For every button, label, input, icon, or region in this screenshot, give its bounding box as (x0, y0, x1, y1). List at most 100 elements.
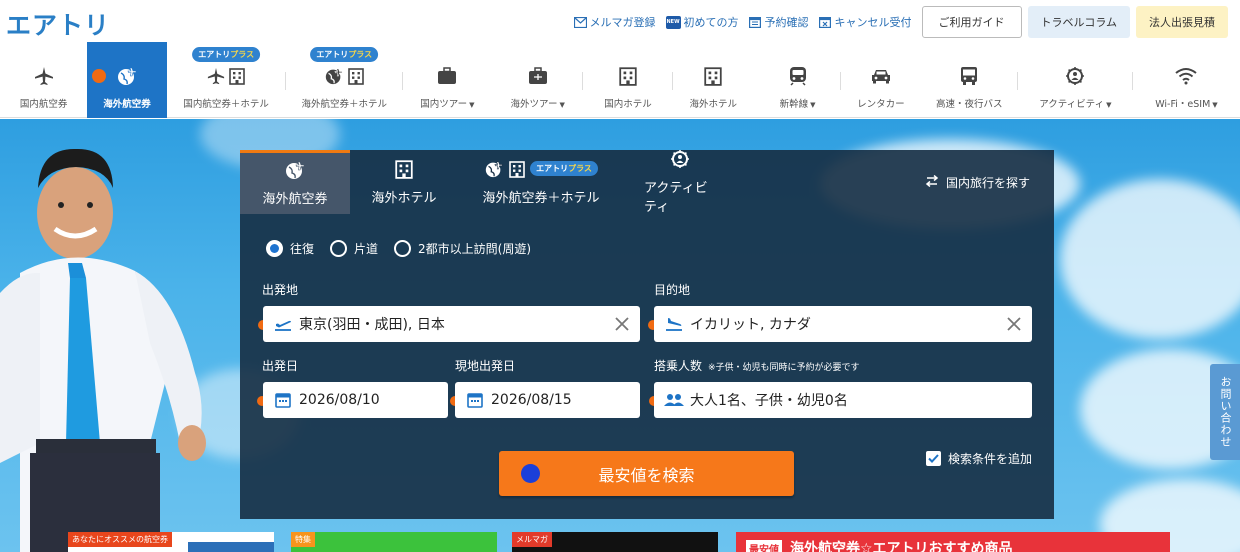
origin-input[interactable]: 東京(羽田・成田), 日本 (263, 306, 640, 342)
recommended-flights-card[interactable]: あなたにオススメの航空券 (68, 532, 274, 552)
hotel-icon (618, 65, 638, 87)
nav-wifi-esim[interactable]: Wi-Fi・eSIM ▼ (1133, 42, 1240, 118)
reservation-check-link[interactable]: 予約確認 (749, 14, 809, 30)
destination-label: 目的地 (654, 283, 691, 297)
cancel-calendar-icon (819, 16, 832, 29)
local-depart-date-label: 現地出発日 (455, 359, 516, 373)
newsletter-label: メルマガ登録 (589, 16, 656, 29)
wifi-icon (1175, 65, 1198, 87)
nav-domestic-flights[interactable]: 国内航空券 (0, 42, 87, 118)
depart-date-input[interactable]: 2026/08/10 (263, 382, 448, 418)
calendar-icon (749, 16, 762, 29)
domestic-travel-link[interactable]: 国内旅行を探す (924, 174, 1030, 191)
nav-domestic-tours[interactable]: 国内ツアー ▼ (403, 42, 492, 118)
takeoff-icon (273, 317, 293, 331)
calendar-icon (465, 392, 485, 408)
tab-intl-flights[interactable]: 海外航空券 (240, 150, 350, 214)
cursor-marker-dot (521, 464, 540, 483)
logo[interactable]: エアトリ (6, 6, 110, 42)
globe-hotel-icon: エアトリプラス (484, 159, 598, 179)
newsletter-link[interactable]: メルマガ登録 (573, 14, 656, 30)
search-lowest-price-button[interactable]: 最安値を検索 (499, 451, 794, 496)
travel-column-button[interactable]: トラベルコラム (1027, 6, 1130, 38)
airtrip-plus-badge: エアトリプラス (310, 47, 379, 62)
category-nav: 国内航空券 海外航空券 エアトリプラス 国内航空券＋ホテル エアトリプラス 海外… (0, 42, 1240, 118)
contact-us-tab[interactable]: お問い合わせ (1210, 364, 1240, 460)
nav-intl-flights[interactable]: 海外航空券 (87, 42, 167, 118)
hotel-icon (394, 159, 414, 179)
cloud-decoration (1060, 179, 1240, 339)
tab-activities[interactable]: アクティビティ (624, 150, 736, 215)
radio-circle (266, 240, 283, 257)
origin-label: 出発地 (262, 283, 299, 297)
lowest-price-card[interactable]: 最安値 海外航空券☆エアトリおすすめ商品 (736, 532, 1170, 552)
nav-shinkansen[interactable]: 新幹線 ▼ (754, 42, 842, 118)
close-icon (1007, 317, 1021, 331)
nav-label: 海外航空券＋ホテル (301, 99, 387, 110)
newsletter-card[interactable]: メルマガ (512, 532, 718, 552)
train-icon (789, 65, 807, 87)
destination-input[interactable]: イカリット, カナダ (654, 306, 1032, 342)
plane-icon (34, 65, 54, 87)
nav-intl-flight-hotel[interactable]: エアトリプラス 海外航空券＋ホテル (286, 42, 403, 118)
nav-domestic-flight-hotel[interactable]: エアトリプラス 国内航空券＋ホテル (167, 42, 286, 118)
globe-plane-icon (284, 160, 306, 180)
people-icon (664, 393, 684, 407)
new-icon: NEW (665, 15, 681, 29)
search-tabs: 海外航空券 海外ホテル エアトリプラス 海外航空券＋ホテル アクティビティ (240, 150, 736, 215)
nav-activities[interactable]: アクティビティ ▼ (1018, 42, 1133, 118)
origin-value: 東京(羽田・成田), 日本 (299, 317, 445, 333)
nav-label: 新幹線 ▼ (779, 99, 816, 110)
checkbox-checked (925, 451, 941, 466)
nav-intl-hotels[interactable]: 海外ホテル (673, 42, 754, 118)
nav-label: Wi-Fi・eSIM ▼ (1155, 99, 1218, 110)
guide-button[interactable]: ご利用ガイド (921, 6, 1022, 38)
nav-intl-tours[interactable]: 海外ツアー ▼ (492, 42, 584, 118)
tab-label: 海外航空券 (262, 192, 328, 207)
first-time-link[interactable]: NEW 初めての方 (665, 14, 739, 30)
nav-label: 国内航空券 (19, 99, 68, 110)
radio-label: 2都市以上訪問(周遊) (418, 242, 532, 256)
clear-destination-button[interactable] (1004, 314, 1024, 334)
nav-label: 海外ホテル (689, 99, 738, 110)
activity-icon (1065, 65, 1085, 87)
flight-search-panel: 海外航空券 海外ホテル エアトリプラス 海外航空券＋ホテル アクティビティ 国内… (240, 150, 1054, 519)
reservation-check-label: 予約確認 (764, 16, 809, 29)
hotel-icon (703, 65, 723, 87)
local-depart-date-value: 2026/08/15 (491, 392, 572, 408)
corporate-quote-button[interactable]: 法人出張見積 (1136, 6, 1228, 38)
radio-round-trip[interactable]: 往復 (266, 240, 314, 257)
add-search-conditions-toggle[interactable]: 検索条件を追加 (925, 450, 1032, 467)
clear-origin-button[interactable] (612, 314, 632, 334)
cancel-link[interactable]: キャンセル受付 (819, 14, 912, 30)
suitcase-icon (528, 65, 548, 87)
nav-label: レンタカー (857, 99, 905, 110)
nav-highway-bus[interactable]: 高速・夜行バス (921, 42, 1018, 118)
card-image (188, 542, 274, 552)
airtrip-plus-badge: エアトリプラス (530, 161, 598, 176)
tab-label: 海外ホテル (371, 190, 437, 206)
tab-intl-hotels[interactable]: 海外ホテル (350, 150, 458, 214)
plane-hotel-icon (207, 65, 246, 87)
suitcase-icon (437, 65, 457, 87)
nav-domestic-hotels[interactable]: 国内ホテル (583, 42, 673, 118)
passengers-label: 搭乗人数 ※子供・幼児も同時に予約が必要です (654, 359, 860, 373)
landing-icon (664, 317, 684, 331)
passengers-input[interactable]: 大人1名、子供・幼児0名 (654, 382, 1032, 418)
card-tag: 最安値 (746, 540, 782, 552)
local-depart-date-input[interactable]: 2026/08/15 (455, 382, 640, 418)
nav-label: 海外航空券 (103, 99, 151, 110)
nav-rental-car[interactable]: レンタカー (841, 42, 920, 118)
card-tag: メルマガ (512, 532, 552, 547)
radio-multi-city[interactable]: 2都市以上訪問(周遊) (394, 240, 531, 257)
feature-card[interactable]: 特集 (291, 532, 497, 552)
nav-label: 海外ツアー ▼ (510, 99, 565, 110)
depart-date-label: 出発日 (262, 359, 299, 373)
swap-arrows-icon (924, 174, 940, 190)
tab-intl-flight-hotel[interactable]: エアトリプラス 海外航空券＋ホテル (458, 150, 624, 214)
close-icon (615, 317, 629, 331)
tab-label: 海外航空券＋ホテル (482, 190, 600, 206)
header-links: メルマガ登録 NEW 初めての方 予約確認 キャンセル受付 ご利用ガイド トラベ… (573, 6, 1228, 38)
passengers-note: ※子供・幼児も同時に予約が必要です (708, 363, 860, 373)
radio-one-way[interactable]: 片道 (330, 240, 378, 257)
